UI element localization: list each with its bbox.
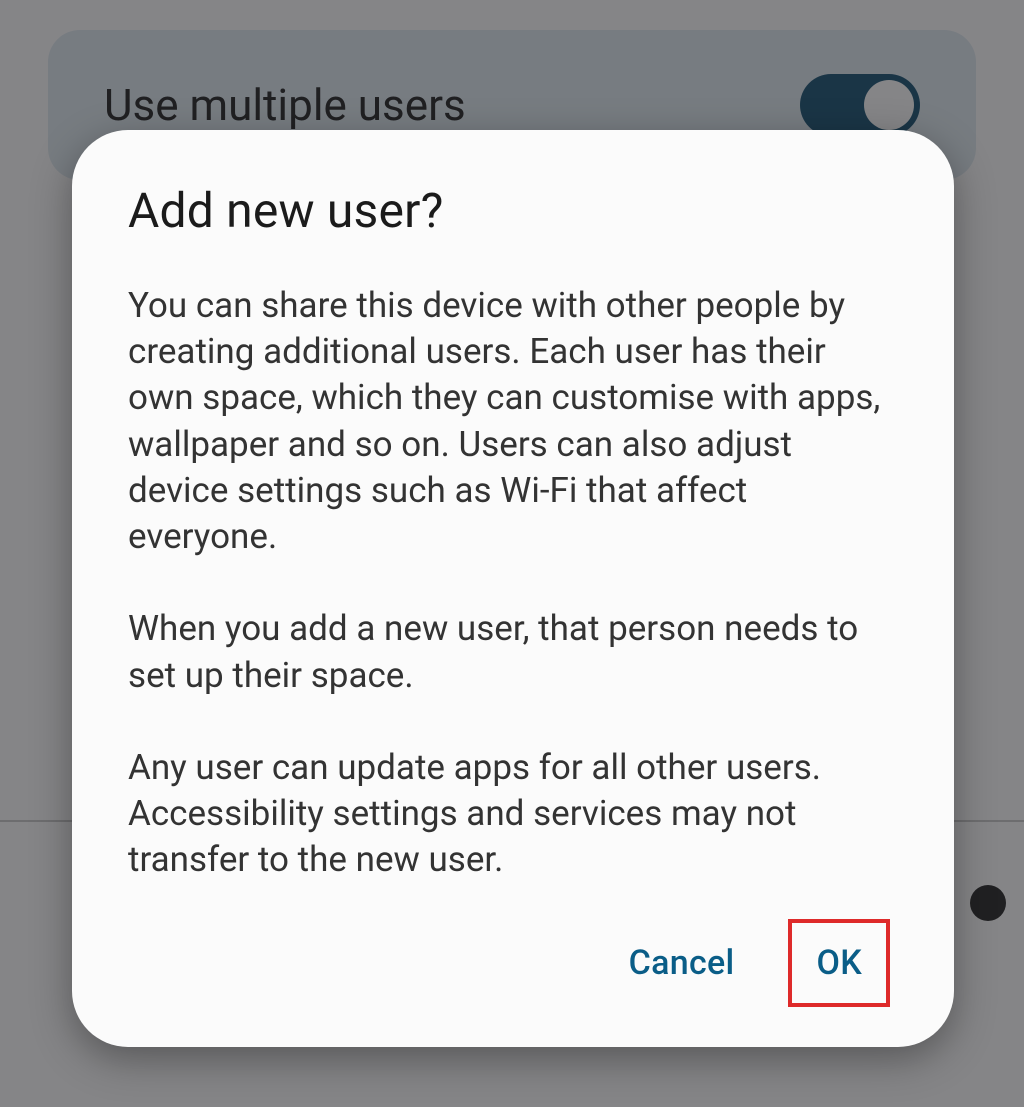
add-new-user-dialog: Add new user? You can share this device … [72,130,954,1047]
dialog-body-text: You can share this device with other peo… [128,283,898,883]
dialog-actions: Cancel OK [128,919,898,1007]
dialog-title: Add new user? [128,182,898,239]
ok-button[interactable]: OK [794,925,884,1001]
cancel-button[interactable]: Cancel [607,929,757,997]
ok-button-highlight: OK [788,919,890,1007]
